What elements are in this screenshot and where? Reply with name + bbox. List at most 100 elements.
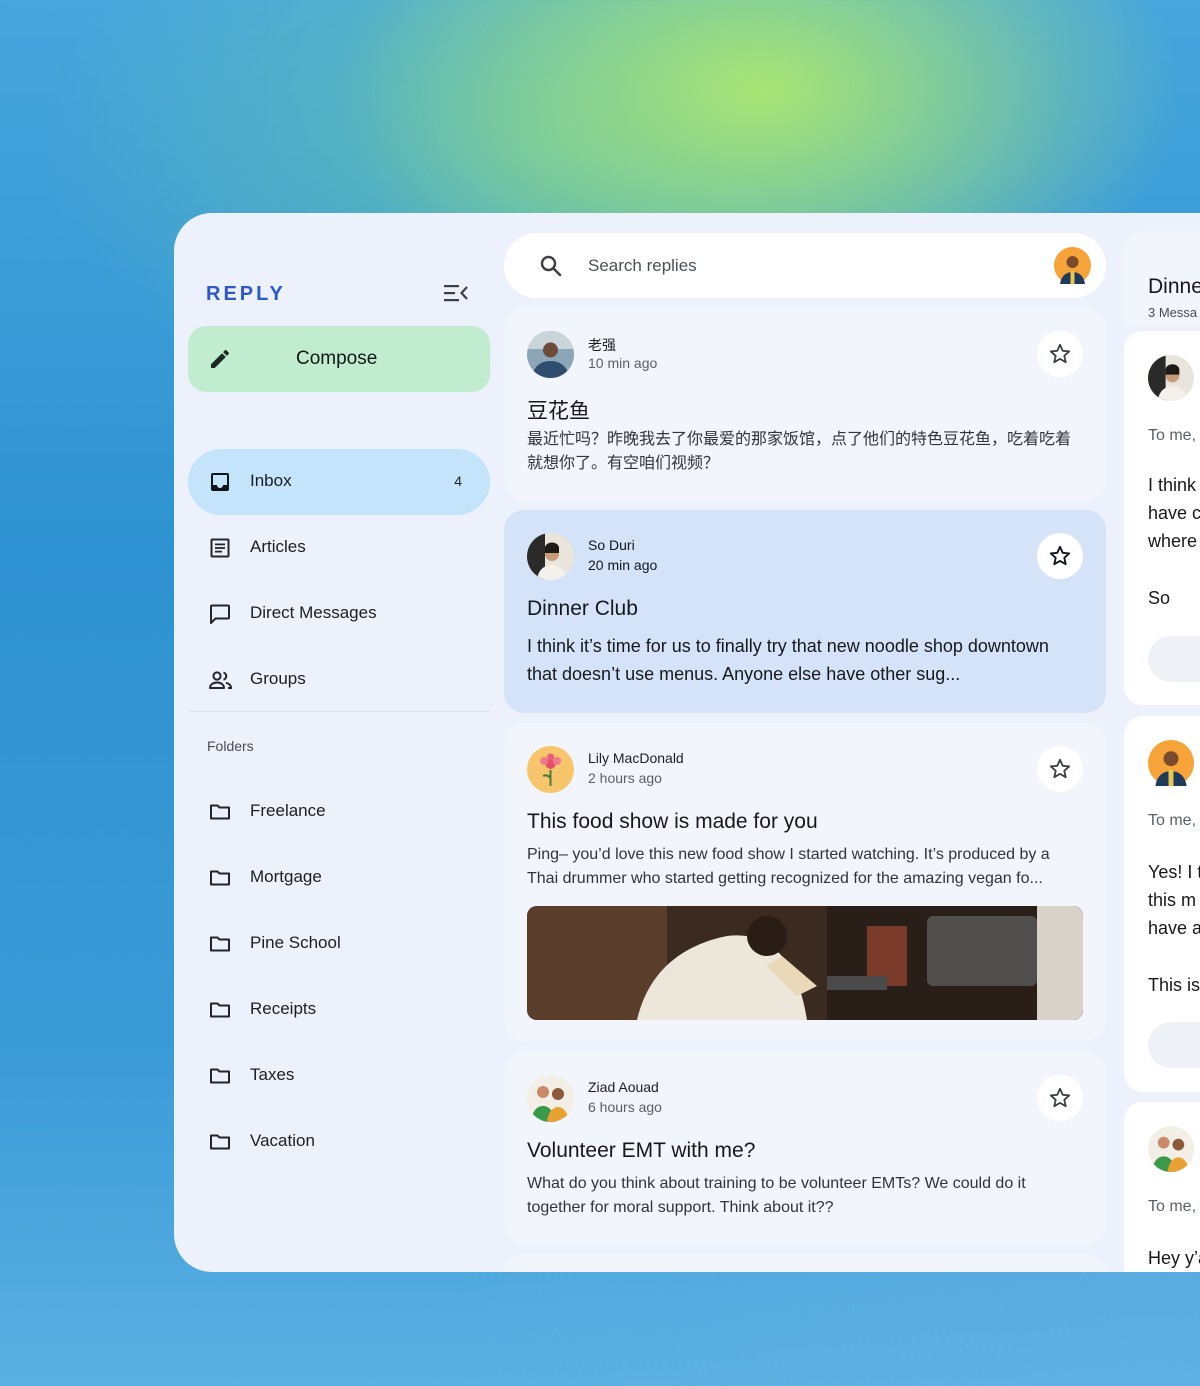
email-preview: I think it’s time for us to finally try … — [527, 636, 1049, 684]
timestamp: 6 hours ago — [588, 1099, 662, 1115]
pencil-icon — [208, 347, 232, 371]
article-icon — [208, 536, 232, 560]
app-window: REPLY Compose Inbox 4 Articles Direct Me… — [174, 213, 1200, 1272]
sender-avatar — [527, 533, 574, 580]
star-button[interactable] — [1037, 533, 1083, 579]
search-icon[interactable] — [538, 253, 564, 279]
folder-icon — [208, 800, 232, 824]
message-body-line: Yes! I t — [1148, 862, 1200, 882]
compose-label: Compose — [296, 348, 378, 369]
thread-message[interactable]: To me, Yes! I t this m have a This is — [1124, 716, 1200, 1092]
recipient-line: To me, — [1148, 1198, 1197, 1215]
sender-avatar — [1148, 355, 1194, 401]
sender-name: Lily MacDonald — [588, 750, 684, 766]
folder-item-receipts[interactable]: Receipts — [188, 977, 490, 1043]
message-body-line: have a — [1148, 918, 1200, 938]
thread-title: Dinne — [1148, 275, 1200, 298]
sender-avatar — [527, 331, 574, 378]
nav-item-label: Articles — [250, 537, 306, 556]
timestamp: 10 min ago — [588, 355, 658, 371]
thread-message[interactable]: To me, Hey y’a — [1124, 1102, 1200, 1272]
nav-item-label: Direct Messages — [250, 603, 377, 622]
email-subject: 豆花鱼 — [527, 400, 590, 423]
timestamp: 2 hours ago — [588, 770, 662, 786]
star-button[interactable] — [1037, 331, 1083, 377]
app-logo: REPLY — [206, 283, 286, 305]
email-card[interactable]: Ziad Aouad 6 hours ago Volunteer EMT wit… — [504, 1052, 1106, 1244]
message-body-line: where — [1148, 531, 1198, 551]
folder-icon — [208, 1130, 232, 1154]
folder-label: Mortgage — [250, 867, 322, 886]
sender-avatar — [527, 1075, 574, 1122]
sender-name: So Duri — [588, 537, 635, 553]
email-card[interactable] — [504, 1254, 1106, 1272]
email-card[interactable]: Lily MacDonald 2 hours ago This food sho… — [504, 723, 1106, 1041]
folder-label: Vacation — [250, 1131, 315, 1150]
timestamp: 20 min ago — [588, 557, 658, 573]
nav-item-groups[interactable]: Groups — [188, 647, 490, 713]
nav-item-inbox[interactable]: Inbox 4 — [188, 449, 490, 515]
sender-name: Ziad Aouad — [588, 1079, 659, 1095]
sender-name: 老强 — [588, 337, 616, 353]
message-body-line: have c — [1148, 503, 1200, 523]
chat-icon — [208, 602, 232, 626]
sender-avatar — [1148, 1126, 1194, 1172]
email-card[interactable]: 老强 10 min ago 豆花鱼 最近忙吗？昨晚我去了你最爱的那家饭馆，点了他… — [504, 308, 1106, 500]
folder-item-vacation[interactable]: Vacation — [188, 1109, 490, 1175]
email-subject: Dinner Club — [527, 597, 638, 620]
recipient-line: To me, — [1148, 427, 1197, 444]
email-preview: What do you think about training to be v… — [527, 1175, 1026, 1216]
star-icon — [1049, 1087, 1071, 1108]
star-button[interactable] — [1037, 746, 1083, 792]
message-body-line: Hey y’a — [1148, 1248, 1200, 1268]
sender-avatar — [1148, 740, 1194, 786]
attachment-image[interactable] — [527, 906, 1083, 1020]
folder-icon — [208, 998, 232, 1022]
folder-item-mortgage[interactable]: Mortgage — [188, 845, 490, 911]
star-icon — [1049, 343, 1071, 364]
folder-label: Pine School — [250, 933, 341, 952]
unread-count-badge: 4 — [454, 473, 462, 489]
folders-heading: Folders — [207, 738, 254, 754]
star-button[interactable] — [1037, 1075, 1083, 1121]
inbox-icon — [208, 470, 232, 494]
folder-item-freelance[interactable]: Freelance — [188, 779, 490, 845]
folder-icon — [208, 1064, 232, 1088]
folder-label: Receipts — [250, 999, 317, 1018]
email-card-selected[interactable]: So Duri 20 min ago Dinner Club I think i… — [504, 510, 1106, 713]
nav-item-direct-messages[interactable]: Direct Messages — [188, 581, 490, 647]
nav-item-articles[interactable]: Articles — [188, 515, 490, 581]
divider — [188, 711, 490, 712]
email-preview: Ping– you’d love this new food show I st… — [527, 846, 1050, 887]
folder-label: Taxes — [250, 1065, 295, 1084]
nav-item-label: Groups — [250, 669, 306, 688]
email-subject: Volunteer EMT with me? — [527, 1139, 756, 1162]
sender-avatar — [527, 746, 574, 793]
email-preview: 最近忙吗？昨晚我去了你最爱的那家饭馆，点了他们的特色豆花鱼，吃着吃着就想你了。有… — [527, 431, 1072, 472]
star-icon — [1049, 545, 1071, 566]
thread-message-count: 3 Messa — [1148, 305, 1198, 320]
folder-label: Freelance — [250, 801, 326, 820]
compose-button[interactable]: Compose — [188, 326, 490, 392]
message-body-line: This is — [1148, 975, 1200, 995]
star-icon — [1049, 758, 1071, 779]
message-body-line: this m — [1148, 890, 1197, 910]
email-subject: This food show is made for you — [527, 810, 818, 833]
recipient-line: To me, — [1148, 812, 1197, 829]
user-avatar[interactable] — [1054, 247, 1091, 284]
message-body-line: So — [1148, 588, 1171, 608]
folder-item-pine-school[interactable]: Pine School — [188, 911, 490, 977]
thread-header: Dinne 3 Messa — [1124, 231, 1200, 327]
folder-item-taxes[interactable]: Taxes — [188, 1043, 490, 1109]
nav-item-label: Inbox — [250, 471, 292, 490]
search-bar — [504, 233, 1106, 298]
folder-icon — [208, 866, 232, 890]
search-input[interactable] — [586, 249, 1010, 283]
folder-icon — [208, 932, 232, 956]
thread-message[interactable]: To me, I think have c where So — [1124, 331, 1200, 705]
groups-icon — [208, 668, 233, 692]
menu-collapse-icon[interactable] — [444, 283, 468, 303]
message-body-line: I think — [1148, 475, 1197, 495]
reply-button[interactable] — [1148, 636, 1200, 682]
reply-button[interactable] — [1148, 1022, 1200, 1068]
